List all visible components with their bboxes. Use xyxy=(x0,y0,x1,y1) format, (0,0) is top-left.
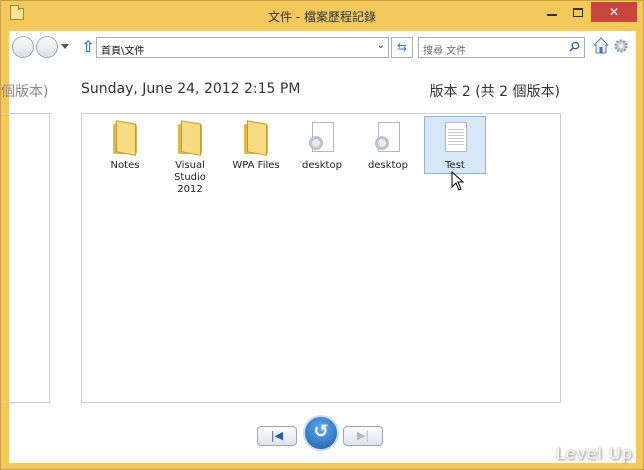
current-version-panel: Notes Visual Studio 2012 WPA Files deskt… xyxy=(81,113,561,403)
file-label: WPA Files xyxy=(232,160,280,171)
system-file-icon xyxy=(306,120,338,156)
search-box[interactable]: 搜尋 文件 xyxy=(418,37,585,58)
navigation-toolbar: ⇧ 首頁\文件 ⌄ ⇆ 搜尋 文件 xyxy=(9,31,636,63)
title-bar[interactable]: 文件 - 檔案歷程記錄 ✕ xyxy=(1,1,643,31)
address-path: 首頁\文件 xyxy=(101,46,145,57)
search-icon[interactable] xyxy=(569,41,580,52)
up-arrow-icon[interactable]: ⇧ xyxy=(81,38,95,56)
skip-back-icon: |◀ xyxy=(270,429,284,442)
file-label: desktop xyxy=(302,160,342,171)
restore-button[interactable]: ↺ xyxy=(303,415,339,451)
refresh-icon: ⇆ xyxy=(396,40,408,54)
previous-version-panel[interactable] xyxy=(1,113,50,403)
restore-icon: ↺ xyxy=(313,421,329,442)
address-bar[interactable]: 首頁\文件 ⌄ xyxy=(96,37,389,58)
minimize-icon xyxy=(547,14,557,16)
file-item-wpa-files[interactable]: WPA Files xyxy=(225,120,287,172)
system-file-icon xyxy=(372,120,404,156)
back-button[interactable] xyxy=(12,36,34,58)
skip-forward-icon: ▶| xyxy=(356,429,370,442)
maximize-button[interactable] xyxy=(565,2,591,22)
level-up-watermark: Level Up xyxy=(555,444,633,463)
home-icon[interactable] xyxy=(593,37,609,55)
folder-icon xyxy=(174,120,206,156)
file-item-desktop-ini-2[interactable]: desktop xyxy=(357,120,419,172)
previous-version-button[interactable]: |◀ xyxy=(257,426,297,446)
close-icon: ✕ xyxy=(608,5,620,19)
recent-locations-chevron-down-icon[interactable] xyxy=(61,44,69,49)
search-placeholder: 搜尋 文件 xyxy=(423,46,467,57)
file-item-test[interactable]: Test xyxy=(424,116,486,174)
previous-version-label: 個版本) xyxy=(1,84,49,100)
forward-button[interactable] xyxy=(36,36,58,58)
refresh-button[interactable]: ⇆ xyxy=(391,37,413,58)
mouse-cursor-icon xyxy=(451,171,465,191)
file-item-desktop-ini[interactable]: desktop xyxy=(291,120,353,172)
gear-icon[interactable] xyxy=(613,38,629,54)
folder-icon xyxy=(109,120,141,156)
file-label: Notes xyxy=(110,160,140,171)
caption-buttons: ✕ xyxy=(539,2,637,22)
playback-controls: |◀ ↺ ▶| xyxy=(257,415,387,453)
address-chevron-down-icon[interactable]: ⌄ xyxy=(377,40,385,51)
file-history-window: 文件 - 檔案歷程記錄 ✕ ⇧ 首頁\文件 ⌄ ⇆ 搜尋 文件 個版本) Sun… xyxy=(0,0,644,470)
file-label: Visual Studio 2012 xyxy=(174,160,206,195)
text-file-icon xyxy=(439,120,471,156)
file-item-visual-studio[interactable]: Visual Studio 2012 xyxy=(159,120,221,196)
version-count-label: 版本 2 (共 2 個版本) xyxy=(429,84,560,100)
next-version-button[interactable]: ▶| xyxy=(343,426,383,446)
close-button[interactable]: ✕ xyxy=(591,2,637,22)
minimize-button[interactable] xyxy=(539,2,565,22)
file-label: desktop xyxy=(368,160,408,171)
file-item-notes[interactable]: Notes xyxy=(94,120,156,172)
maximize-icon xyxy=(573,7,583,17)
version-datetime: Sunday, June 24, 2012 2:15 PM xyxy=(81,81,301,97)
client-area: ⇧ 首頁\文件 ⌄ ⇆ 搜尋 文件 個版本) Sunday, June 24, … xyxy=(1,31,636,463)
folder-icon xyxy=(240,120,272,156)
